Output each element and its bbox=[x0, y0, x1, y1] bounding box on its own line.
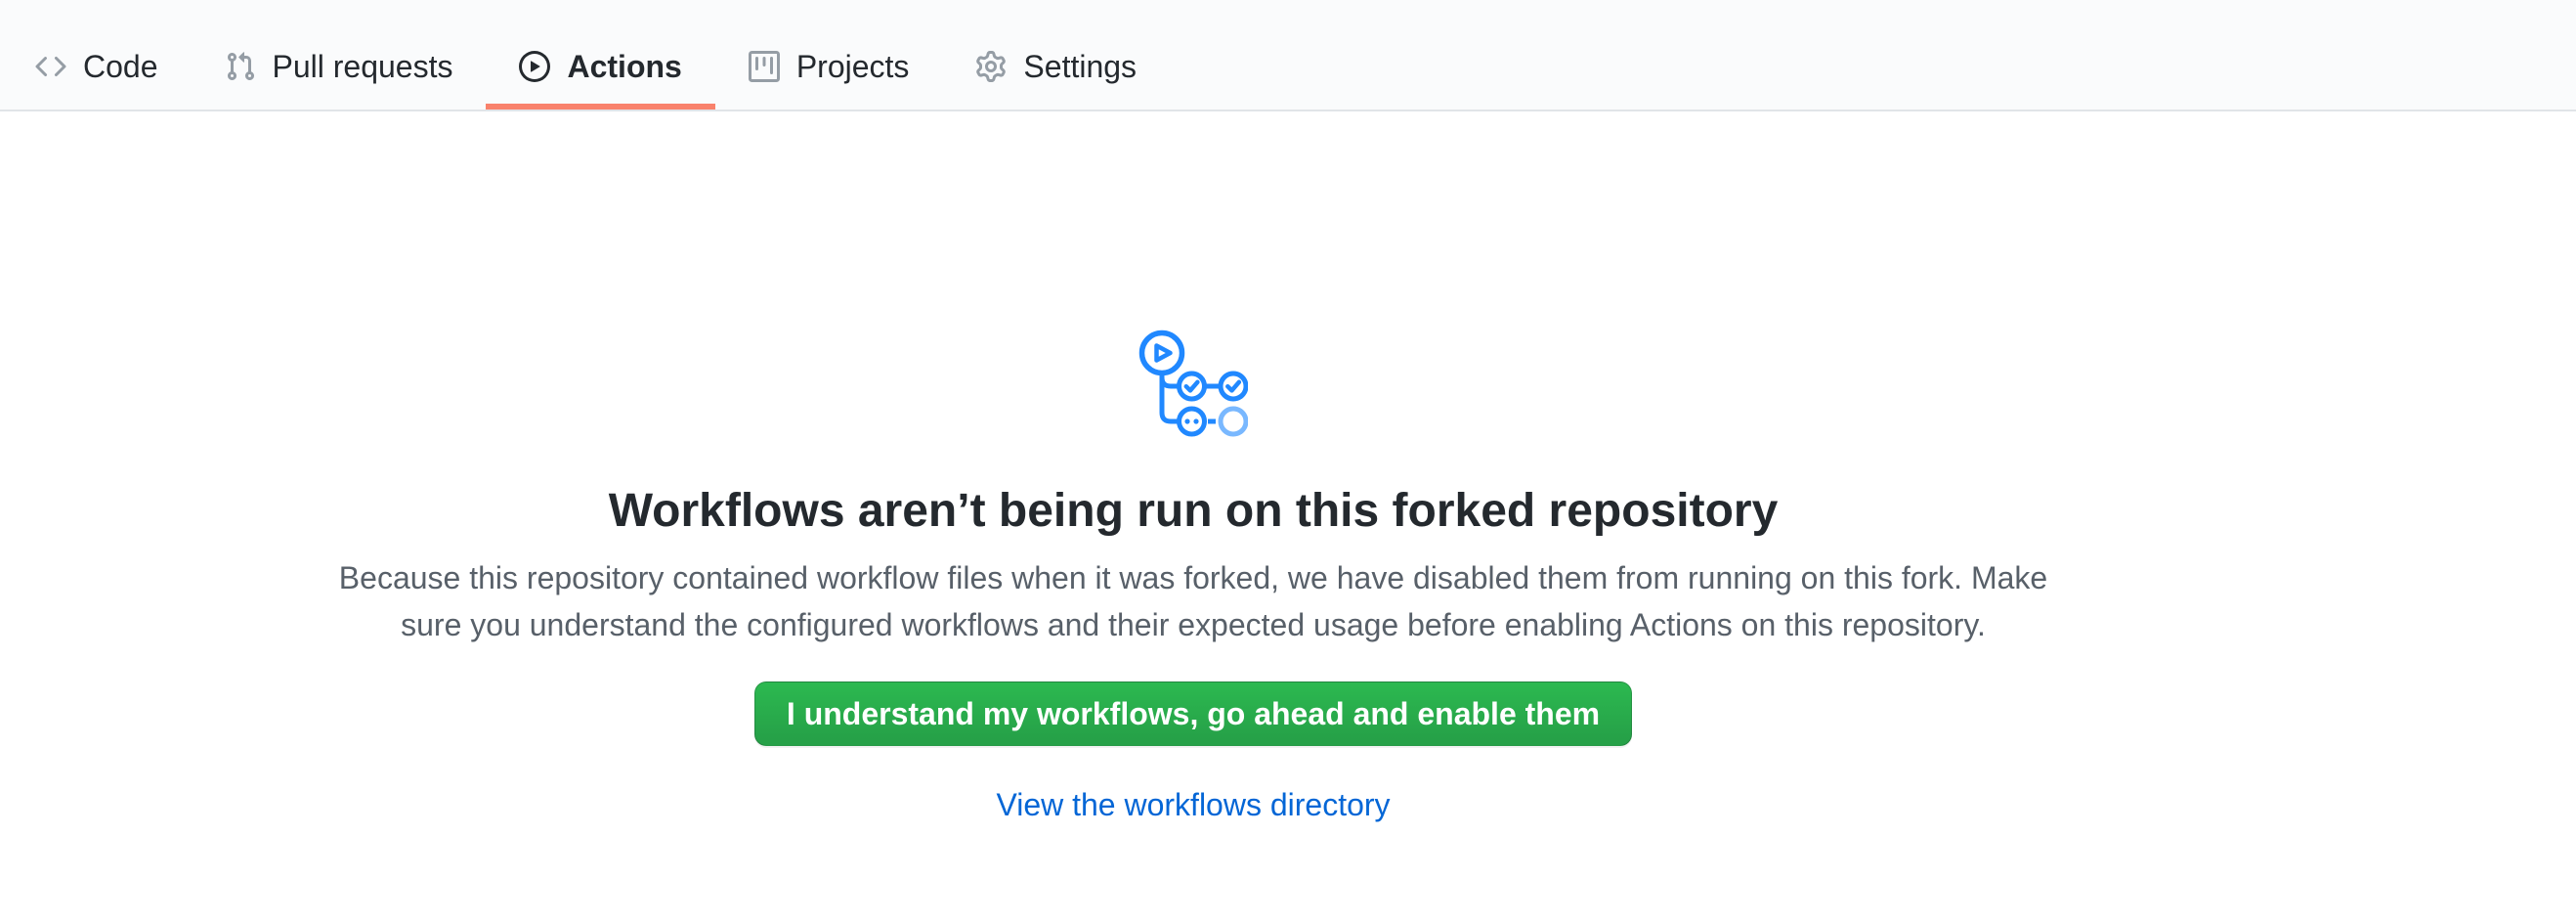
view-workflows-directory-link[interactable]: View the workflows directory bbox=[996, 787, 1390, 822]
git-pull-request-icon bbox=[225, 51, 256, 82]
description: Because this repository contained workfl… bbox=[0, 554, 2386, 648]
tab-pull-requests-label: Pull requests bbox=[273, 51, 453, 82]
tab-settings[interactable]: Settings bbox=[942, 0, 1170, 110]
tab-actions-label: Actions bbox=[567, 51, 681, 82]
tab-code-label: Code bbox=[83, 51, 158, 82]
description-line: sure you understand the configured workf… bbox=[0, 601, 2386, 648]
repo-tab-nav: Code Pull requests Actions Projects Sett bbox=[0, 0, 2576, 111]
project-icon bbox=[749, 51, 780, 82]
enable-workflows-button[interactable]: I understand my workflows, go ahead and … bbox=[754, 681, 1632, 746]
button-row: I understand my workflows, go ahead and … bbox=[0, 648, 2386, 746]
tab-projects[interactable]: Projects bbox=[715, 0, 943, 110]
actions-blankslate: Workflows aren’t being run on this forke… bbox=[0, 111, 2386, 824]
play-icon bbox=[519, 51, 550, 82]
tab-settings-label: Settings bbox=[1023, 51, 1137, 82]
github-actions-page: Code Pull requests Actions Projects Sett bbox=[0, 0, 2576, 923]
page-title: Workflows aren’t being run on this forke… bbox=[0, 482, 2386, 541]
tab-code[interactable]: Code bbox=[2, 0, 192, 110]
tab-pull-requests[interactable]: Pull requests bbox=[192, 0, 487, 110]
workflow-graph-icon bbox=[1138, 330, 1248, 439]
gear-icon bbox=[975, 51, 1007, 82]
tab-projects-label: Projects bbox=[796, 51, 910, 82]
link-row: View the workflows directory bbox=[0, 785, 2386, 824]
code-icon bbox=[35, 51, 66, 82]
description-line: Because this repository contained workfl… bbox=[0, 554, 2386, 601]
tab-actions[interactable]: Actions bbox=[486, 0, 714, 110]
